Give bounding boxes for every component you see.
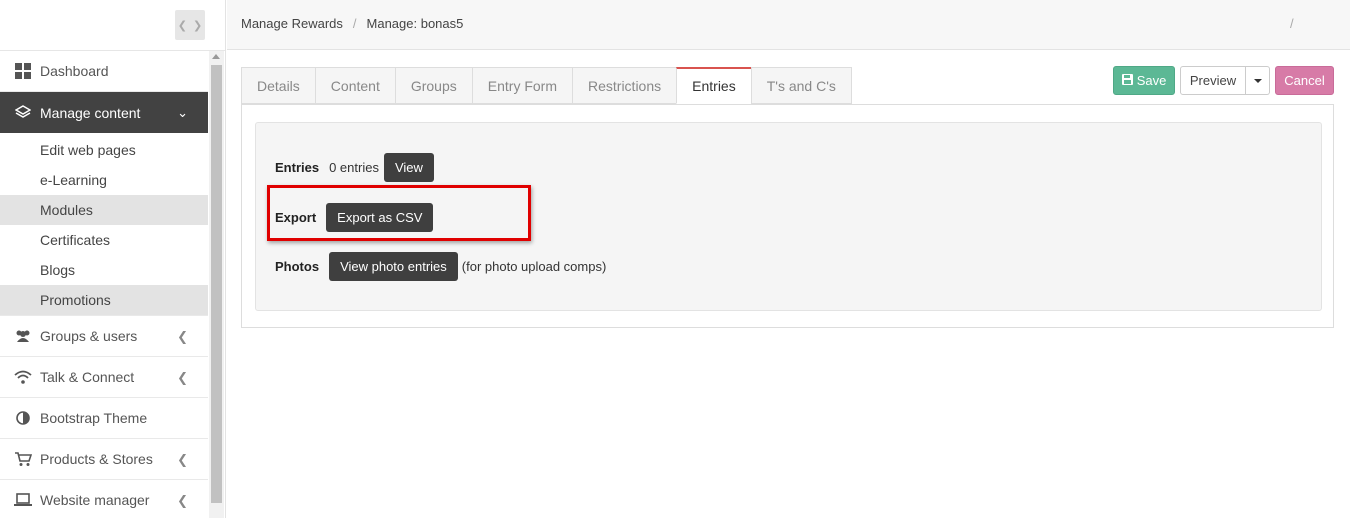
breadcrumb-manage-rewards[interactable]: Manage Rewards	[241, 16, 343, 31]
preview-button[interactable]: Preview	[1180, 66, 1246, 95]
sidebar-item-label: Products & Stores	[40, 451, 153, 467]
sidebar-item-products-stores[interactable]: Products & Stores ❮	[0, 439, 208, 480]
save-button[interactable]: Save	[1113, 66, 1175, 95]
sidebar-scrollbar[interactable]	[209, 51, 224, 518]
topbar-separator: /	[1290, 16, 1294, 31]
sidebar-item-website-manager[interactable]: Website manager ❮	[0, 480, 208, 518]
photos-row: Photos View photo entries (for photo upl…	[275, 252, 606, 281]
caret-down-icon	[1253, 78, 1262, 83]
sidebar-subitem-blogs[interactable]: Blogs	[0, 255, 208, 285]
top-bar: Manage Rewards / Manage: bonas5 /	[227, 0, 1350, 50]
cancel-button[interactable]: Cancel	[1275, 66, 1334, 95]
sidebar-item-groups-users[interactable]: Groups & users ❮	[0, 316, 208, 357]
tab-groups[interactable]: Groups	[394, 67, 472, 104]
photos-note: (for photo upload comps)	[461, 259, 607, 274]
tab-restrictions[interactable]: Restrictions	[572, 67, 677, 104]
scrollbar-thumb[interactable]	[211, 65, 222, 503]
sidebar-item-label: Manage content	[40, 104, 141, 121]
tab-entry-form[interactable]: Entry Form	[471, 67, 572, 104]
sidebar-item-talk-connect[interactable]: Talk & Connect ❮	[0, 357, 208, 398]
sidebar-subitem-promotions[interactable]: Promotions	[0, 285, 208, 315]
laptop-icon	[14, 491, 32, 509]
action-buttons: Save Preview Cancel	[1113, 66, 1334, 95]
tab-entries[interactable]: Entries	[676, 67, 751, 104]
sidebar-collapse-button[interactable]: ❮ ❯	[175, 10, 205, 40]
floppy-disk-icon	[1121, 73, 1133, 88]
preview-button-group: Preview	[1180, 66, 1270, 95]
sidebar-item-label: Talk & Connect	[40, 369, 135, 385]
entries-row: Entries 0 entries View	[275, 153, 434, 182]
save-label: Save	[1136, 73, 1167, 88]
sidebar-subitem-certificates[interactable]: Certificates	[0, 225, 208, 255]
photos-label: Photos	[275, 259, 320, 274]
chevron-left-icon: ❮	[177, 493, 188, 508]
breadcrumb: Manage Rewards / Manage: bonas5	[241, 16, 463, 31]
annotation-highlight-box	[267, 185, 531, 241]
manage-content-submenu: Edit web pages e-Learning Modules Certif…	[0, 133, 208, 316]
entries-label: Entries	[275, 160, 320, 175]
breadcrumb-separator: /	[352, 16, 357, 31]
contrast-icon	[14, 409, 32, 427]
sidebar-item-label: Bootstrap Theme	[40, 410, 148, 426]
users-icon	[14, 327, 32, 345]
chevron-down-icon: ⌄	[177, 105, 188, 120]
sidebar-nav: Dashboard Manage content ⌄ Edit web page…	[0, 51, 208, 518]
tab-details[interactable]: Details	[241, 67, 315, 104]
sidebar-item-label: Groups & users	[40, 328, 138, 344]
wifi-icon	[14, 368, 32, 386]
tab-terms[interactable]: T's and C's	[750, 67, 852, 104]
sidebar-item-dashboard[interactable]: Dashboard	[0, 51, 208, 92]
cart-icon	[14, 450, 32, 468]
view-entries-button[interactable]: View	[383, 153, 434, 182]
chevron-right-icon: ❯	[193, 19, 203, 32]
breadcrumb-current: Manage: bonas5	[366, 16, 464, 31]
entries-count: 0 entries	[329, 160, 379, 175]
tab-content[interactable]: Content	[314, 67, 395, 104]
sidebar-subitem-e-learning[interactable]: e-Learning	[0, 165, 208, 195]
view-photo-entries-button[interactable]: View photo entries	[329, 252, 458, 281]
chevron-left-icon: ❮	[177, 329, 188, 344]
tab-bar: Details Content Groups Entry Form Restri…	[241, 67, 852, 104]
sidebar-item-manage-content[interactable]: Manage content ⌄	[0, 92, 208, 133]
layers-icon	[14, 104, 32, 122]
chevron-left-icon: ❮	[177, 452, 188, 467]
chevron-left-icon: ❮	[177, 370, 188, 385]
sidebar-header: ❮ ❯	[0, 0, 225, 51]
sidebar-item-label: Dashboard	[40, 63, 109, 79]
sidebar-item-label: Website manager	[40, 492, 150, 508]
chevron-left-icon: ❮	[177, 19, 187, 32]
scroll-up-arrow-icon[interactable]	[212, 54, 220, 59]
preview-dropdown-toggle[interactable]	[1246, 66, 1270, 95]
sidebar: ❮ ❯ Dashboard Manage content ⌄ Edit web …	[0, 0, 226, 518]
sidebar-subitem-edit-web-pages[interactable]: Edit web pages	[0, 135, 208, 165]
sidebar-subitem-modules[interactable]: Modules	[0, 195, 208, 225]
grid-icon	[14, 62, 32, 80]
sidebar-item-bootstrap-theme[interactable]: Bootstrap Theme	[0, 398, 208, 439]
